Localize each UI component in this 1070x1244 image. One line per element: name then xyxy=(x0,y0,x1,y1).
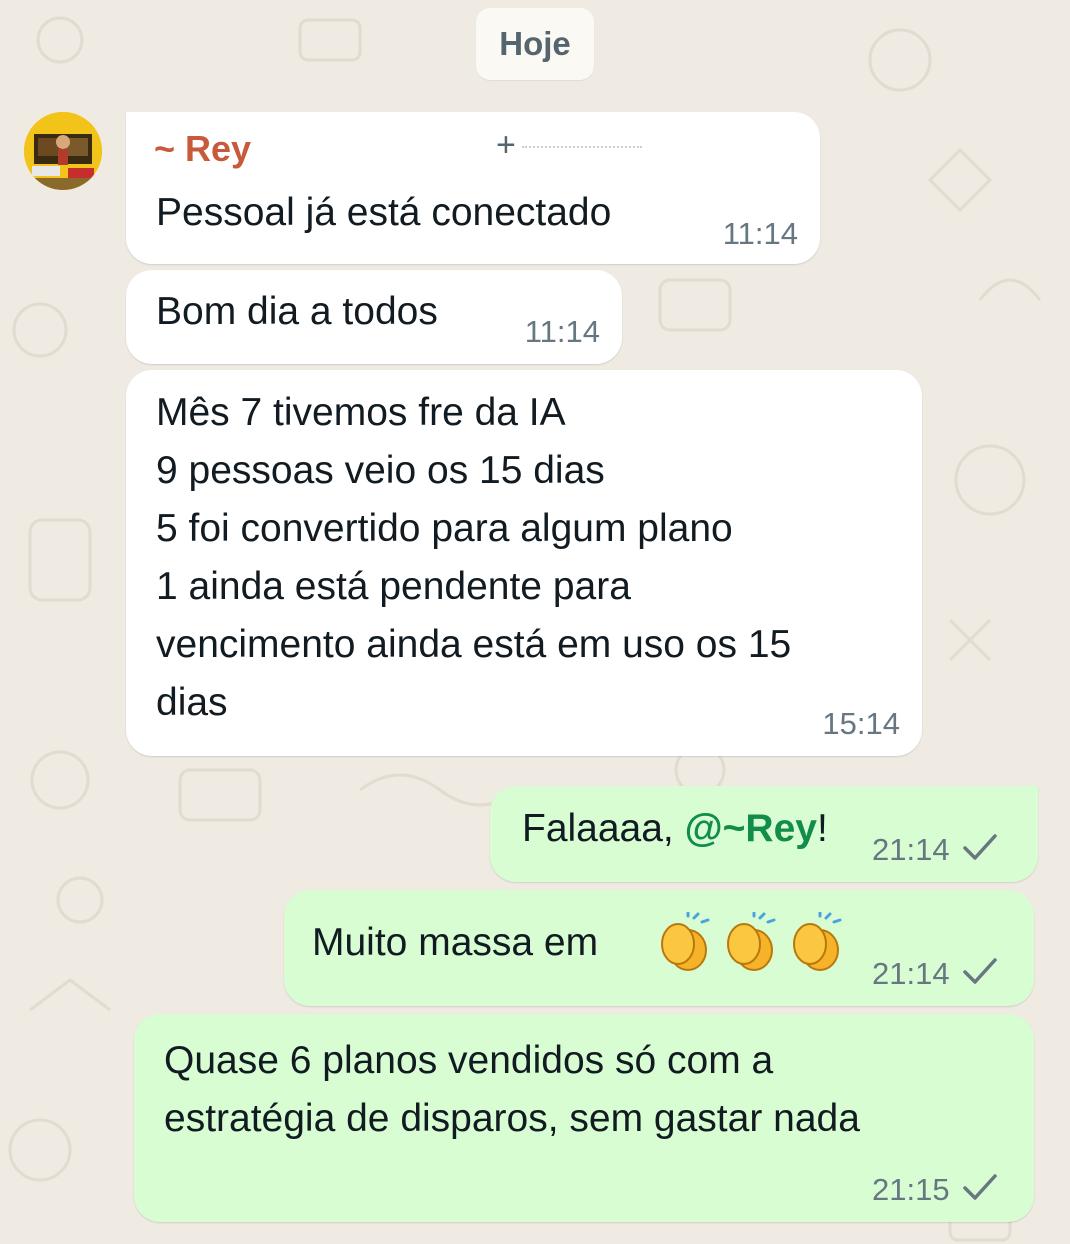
message-text: Mês 7 tivemos fre da IA 9 pessoas veio o… xyxy=(156,391,792,724)
message-time: 11:14 xyxy=(722,216,798,251)
incoming-message[interactable]: Bom dia a todos 11:14 xyxy=(126,270,622,364)
clapping-hands-icon xyxy=(727,912,776,971)
single-check-icon xyxy=(963,834,997,860)
single-check-icon xyxy=(963,958,997,984)
message-time: 11:14 xyxy=(524,314,600,349)
sender-name[interactable]: ~ Rey xyxy=(154,128,251,170)
avatar-photo-icon xyxy=(24,112,102,190)
clapping-hands-icon xyxy=(661,912,710,971)
sender-phone-text: + xyxy=(496,126,516,164)
single-check-icon xyxy=(963,1174,997,1200)
chat-area[interactable]: Hoje ~ Rey + Pessoal já está conectado 1… xyxy=(0,0,1070,1244)
outgoing-message[interactable]: Falaaaa, @~Rey! 21:14 xyxy=(490,786,1038,882)
outgoing-message[interactable]: Muito massa em 21:14 xyxy=(284,890,1034,1006)
message-text-suffix: ! xyxy=(816,807,828,850)
contact-avatar[interactable] xyxy=(24,112,102,190)
message-text: Muito massa em xyxy=(312,921,599,964)
outgoing-message[interactable]: Quase 6 planos vendidos só com a estraté… xyxy=(134,1014,1034,1222)
message-text: Quase 6 planos vendidos só com a estraté… xyxy=(164,1039,860,1140)
mention-link[interactable]: @~Rey xyxy=(685,807,817,850)
message-time: 21:14 xyxy=(872,832,950,867)
incoming-message[interactable]: Mês 7 tivemos fre da IA 9 pessoas veio o… xyxy=(126,370,922,756)
clapping-hands-icon xyxy=(793,912,842,971)
sender-phone: + xyxy=(496,126,642,165)
message-time: 21:14 xyxy=(872,956,950,991)
incoming-message[interactable]: ~ Rey + Pessoal já está conectado 11:14 xyxy=(126,112,820,264)
message-text: Falaaaa, @~Rey! xyxy=(522,800,828,858)
message-text: Bom dia a todos xyxy=(156,290,438,333)
message-time: 21:15 xyxy=(872,1172,950,1207)
message-text: Pessoal já está conectado xyxy=(156,191,612,234)
message-text-prefix: Falaaaa, xyxy=(522,807,685,850)
date-divider: Hoje xyxy=(476,8,594,80)
message-time: 15:14 xyxy=(822,706,900,741)
